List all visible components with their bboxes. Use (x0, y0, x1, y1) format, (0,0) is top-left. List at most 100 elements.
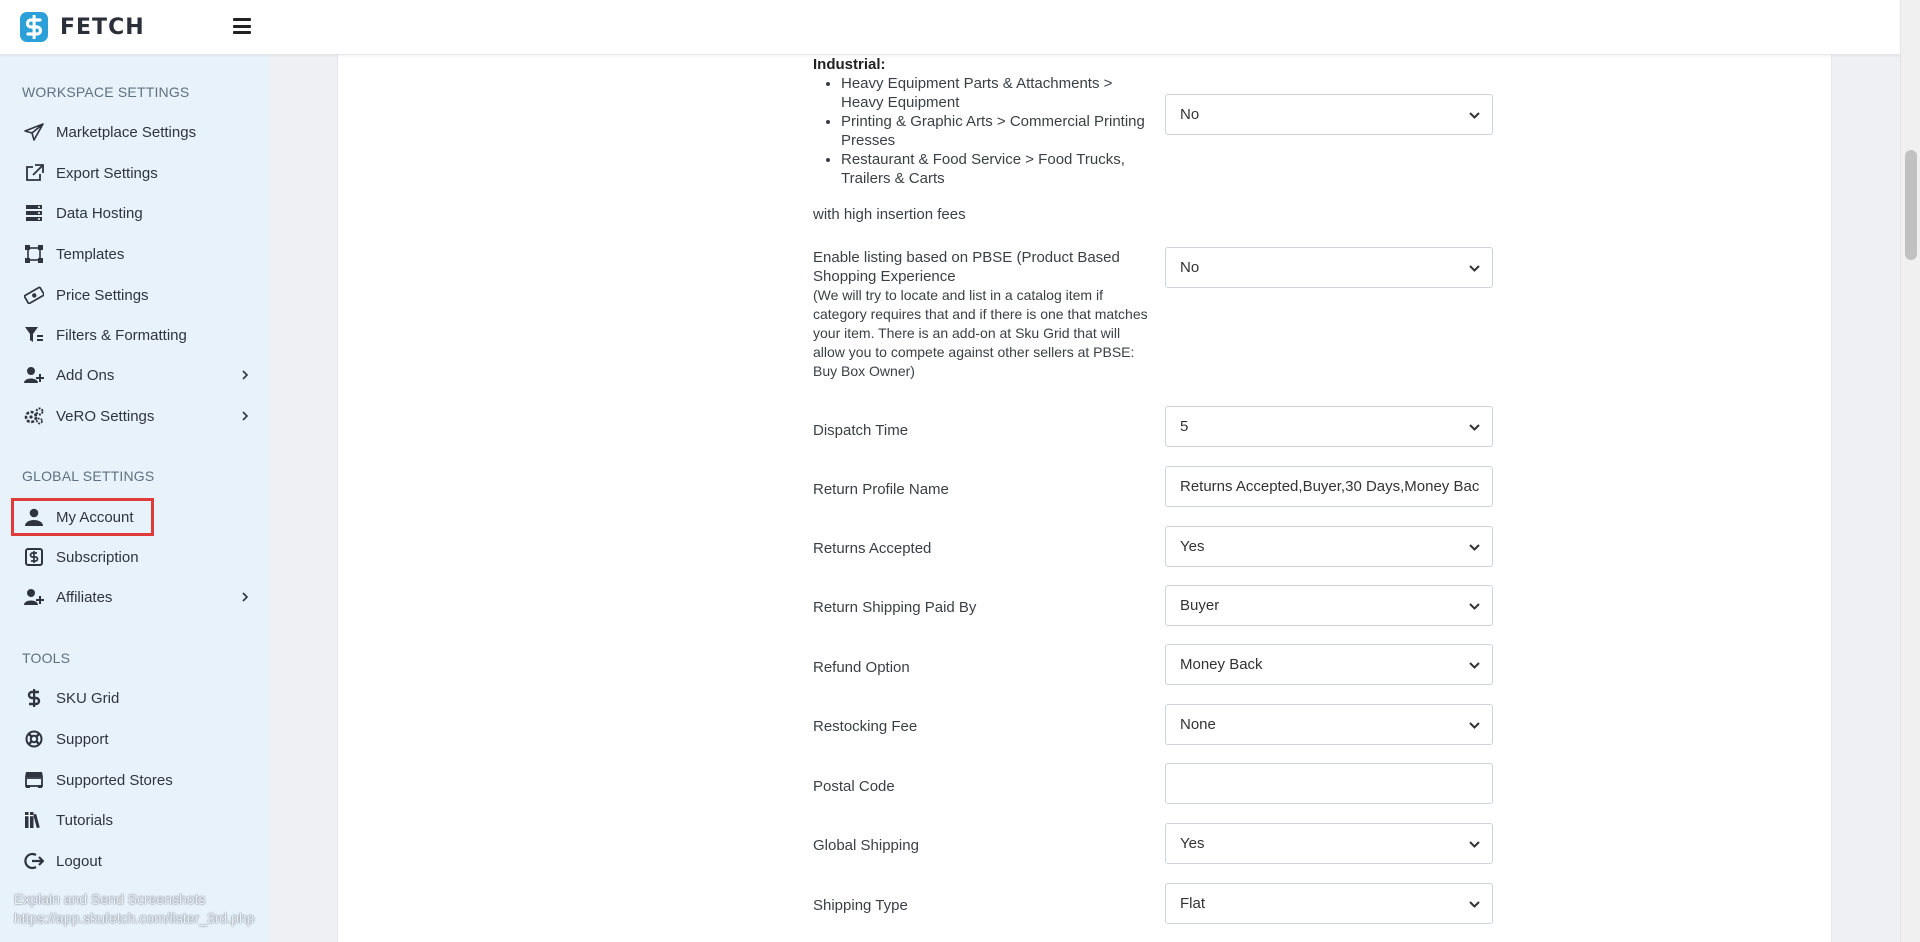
chevron-down-icon (1469, 901, 1480, 908)
select-value: Money Back (1180, 656, 1263, 673)
chevron-down-icon (1469, 265, 1480, 272)
sidebar-item-label: Price Settings (56, 286, 149, 304)
sidebar-item-price-settings[interactable]: Price Settings (14, 280, 259, 310)
industrial-category-label: Industrial: Heavy Equipment Parts & Atta… (813, 43, 1153, 219)
postal-code-label: Postal Code (813, 778, 895, 795)
select-value: No (1180, 106, 1200, 123)
sidebar-item-export-settings[interactable]: Export Settings (14, 158, 259, 188)
sidebar-item-label: Filters & Formatting (56, 326, 187, 344)
pbse-title: Enable listing based on PBSE (Product Ba… (813, 249, 1120, 285)
sidebar-item-affiliates[interactable]: Affiliates (14, 582, 259, 612)
shipping-type-label: Shipping Type (813, 897, 908, 914)
global-shipping-label: Global Shipping (813, 837, 919, 854)
books-icon (22, 810, 46, 830)
main-content: Industrial: Heavy Equipment Parts & Atta… (270, 55, 1900, 942)
user-icon (22, 507, 46, 527)
sidebar-item-label: Affiliates (56, 588, 113, 606)
chevron-down-icon (1469, 112, 1480, 119)
chevron-down-icon (1469, 841, 1480, 848)
list-item: Printing & Graphic Arts > Commercial Pri… (841, 112, 1153, 150)
sidebar-item-label: Logout (56, 852, 102, 870)
sidebar-item-my-account[interactable]: My Account (11, 498, 154, 536)
sidebar-item-label: Marketplace Settings (56, 123, 197, 141)
select-value: 5 (1180, 418, 1189, 435)
sidebar-item-sku-grid[interactable]: SKU Grid (14, 683, 259, 713)
sidebar-item-logout[interactable]: Logout (14, 846, 259, 876)
sidebar-item-templates[interactable]: Templates (14, 239, 259, 269)
chevron-down-icon (1469, 662, 1480, 669)
restocking-fee-select[interactable]: None (1165, 704, 1493, 745)
external-link-icon (22, 163, 46, 183)
sidebar-item-tutorials[interactable]: Tutorials (14, 805, 259, 835)
section-title-workspace: WORKSPACE SETTINGS (22, 84, 190, 100)
return-shipping-paid-by-label: Return Shipping Paid By (813, 599, 977, 616)
chevron-right-icon (242, 592, 249, 602)
section-title-global: GLOBAL SETTINGS (22, 468, 155, 484)
chevron-down-icon (1469, 603, 1480, 610)
brand-logo[interactable]: FETCH (18, 10, 145, 44)
insertion-fees-note: with high insertion fees (813, 206, 966, 223)
return-shipping-paid-by-select[interactable]: Buyer (1165, 585, 1493, 626)
returns-accepted-label: Returns Accepted (813, 540, 932, 557)
select-value: Yes (1180, 538, 1205, 555)
industrial-list: Heavy Equipment Parts & Attachments > He… (841, 74, 1153, 188)
chevron-down-icon (1469, 424, 1480, 431)
global-shipping-select[interactable]: Yes (1165, 823, 1493, 864)
input-value: Returns Accepted,Buyer,30 Days,Money Bac (1180, 478, 1480, 495)
sidebar-item-add-ons[interactable]: Add Ons (14, 360, 259, 390)
sidebar-item-label: Subscription (56, 548, 139, 566)
sidebar-item-subscription[interactable]: Subscription (14, 542, 259, 572)
sidebar-item-label: Templates (56, 245, 125, 263)
dollar-box-icon (22, 547, 46, 567)
return-profile-name-input[interactable]: Returns Accepted,Buyer,30 Days,Money Bac (1165, 466, 1493, 507)
pbse-label: Enable listing based on PBSE (Product Ba… (813, 248, 1153, 381)
sidebar-item-marketplace-settings[interactable]: Marketplace Settings (14, 117, 259, 147)
store-icon (22, 770, 46, 790)
top-header: FETCH (0, 0, 1900, 55)
sidebar-item-data-hosting[interactable]: Data Hosting (14, 198, 259, 228)
select-value: Flat (1180, 895, 1206, 912)
sidebar: WORKSPACE SETTINGS Marketplace Settings … (0, 55, 270, 942)
footer-line-1: Explain and Send Screenshots (14, 891, 206, 907)
pbse-select[interactable]: No (1165, 247, 1493, 288)
section-title-tools: TOOLS (22, 650, 71, 666)
postal-code-input[interactable] (1165, 763, 1493, 804)
pbse-note: (We will try to locate and list in a cat… (813, 287, 1148, 379)
returns-accepted-select[interactable]: Yes (1165, 526, 1493, 567)
dispatch-time-select[interactable]: 5 (1165, 406, 1493, 447)
fetch-logo-icon (20, 12, 48, 42)
menu-toggle-icon[interactable] (233, 18, 251, 34)
sidebar-item-label: SKU Grid (56, 689, 120, 707)
page-scrollbar[interactable] (1900, 0, 1920, 942)
select-value: None (1180, 716, 1216, 733)
industrial-select[interactable]: No (1165, 94, 1493, 135)
sidebar-item-filters-formatting[interactable]: Filters & Formatting (14, 320, 259, 350)
user-plus-icon (22, 587, 46, 607)
sidebar-item-support[interactable]: Support (14, 724, 259, 754)
brand-name: FETCH (60, 14, 145, 40)
sidebar-item-label: Add Ons (56, 366, 115, 384)
life-ring-icon (22, 729, 46, 749)
list-item: Heavy Equipment Parts & Attachments > He… (841, 74, 1153, 112)
sidebar-item-label: VeRO Settings (56, 407, 155, 425)
select-value: Yes (1180, 835, 1205, 852)
select-value: No (1180, 259, 1200, 276)
list-item: Restaurant & Food Service > Food Trucks,… (841, 150, 1153, 188)
chevron-down-icon (1469, 544, 1480, 551)
refund-option-label: Refund Option (813, 659, 910, 676)
refund-option-select[interactable]: Money Back (1165, 644, 1493, 685)
sidebar-item-label: Supported Stores (56, 771, 173, 789)
shipping-type-select[interactable]: Flat (1165, 883, 1493, 924)
cogs-icon (22, 406, 46, 426)
sidebar-item-vero-settings[interactable]: VeRO Settings (14, 401, 259, 431)
sidebar-item-label: My Account (56, 508, 134, 526)
scrollbar-thumb[interactable] (1905, 150, 1917, 260)
return-profile-name-label: Return Profile Name (813, 481, 949, 498)
footer-url: https://app.skufetch.com/lister_3rd.php (14, 910, 255, 926)
settings-card: Industrial: Heavy Equipment Parts & Atta… (337, 55, 1832, 942)
select-value: Buyer (1180, 597, 1220, 614)
vector-square-icon (22, 244, 46, 264)
paper-plane-icon (22, 122, 46, 142)
sidebar-item-label: Data Hosting (56, 204, 143, 222)
sidebar-item-supported-stores[interactable]: Supported Stores (14, 765, 259, 795)
